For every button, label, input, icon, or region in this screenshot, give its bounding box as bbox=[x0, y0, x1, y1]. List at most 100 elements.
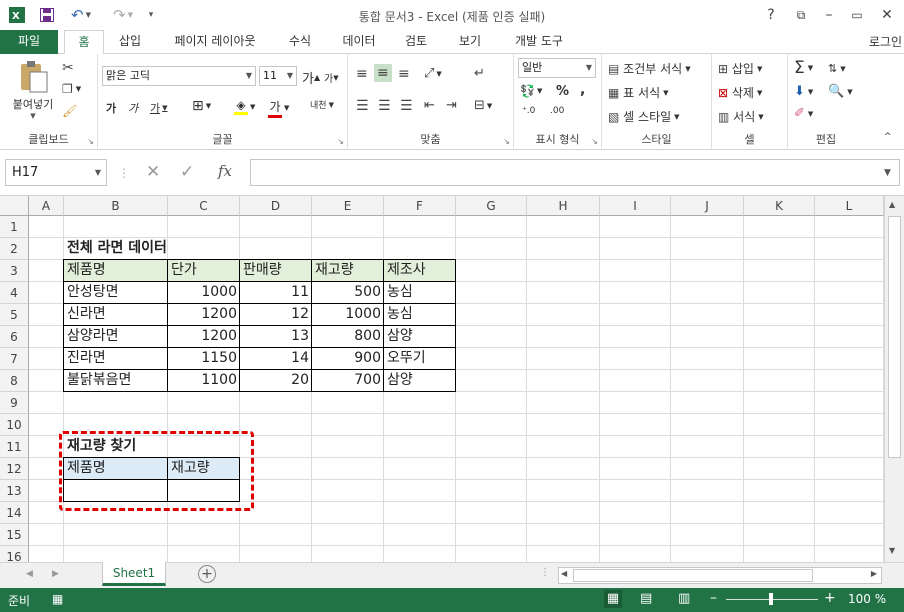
zoom-out-icon[interactable]: – bbox=[710, 590, 717, 606]
vertical-scrollbar[interactable]: ▲ ▼ bbox=[884, 196, 904, 562]
collapse-ribbon-icon[interactable]: ^ bbox=[884, 132, 892, 142]
align-middle-icon[interactable]: ≡ bbox=[374, 64, 392, 82]
row-header[interactable]: 1 bbox=[0, 216, 29, 238]
help-icon[interactable]: ? bbox=[762, 6, 780, 24]
find-select-icon[interactable]: 🔍 ▼ bbox=[828, 84, 853, 99]
wrap-text-icon[interactable]: ↵ bbox=[474, 66, 485, 81]
zoom-slider-thumb[interactable] bbox=[769, 593, 773, 605]
column-header[interactable]: K bbox=[744, 196, 815, 216]
column-header[interactable]: J bbox=[671, 196, 744, 216]
font-name-select[interactable]: 맑은 고딕 ▼ bbox=[102, 66, 256, 86]
format-cells-button[interactable]: ▥ 서식 ▼ bbox=[718, 108, 764, 125]
confirm-entry-icon[interactable]: ✓ bbox=[180, 162, 194, 182]
font-size-select[interactable]: 11 ▼ bbox=[259, 66, 297, 86]
delete-cells-button[interactable]: ⊠ 삭제 ▼ bbox=[718, 84, 762, 101]
column-header[interactable]: D bbox=[240, 196, 312, 216]
currency-icon[interactable]: 💱 ▼ bbox=[520, 84, 542, 98]
formula-input[interactable] bbox=[250, 159, 900, 186]
conditional-format-button[interactable]: ▤ 조건부 서식 ▼ bbox=[608, 60, 691, 77]
row-header[interactable]: 3 bbox=[0, 260, 29, 282]
increase-decimal-icon[interactable]: ⁺.0 bbox=[522, 106, 535, 116]
zoom-in-icon[interactable]: + bbox=[824, 590, 836, 606]
sign-in-link[interactable]: 로그인 bbox=[869, 33, 902, 50]
page-layout-view-icon[interactable]: ▤ bbox=[640, 591, 652, 606]
ribbon-display-icon[interactable]: ⧉ bbox=[792, 6, 810, 24]
normal-view-icon[interactable]: ▦ bbox=[604, 590, 622, 608]
tab-formulas[interactable]: 수식 bbox=[278, 30, 322, 54]
font-launcher-icon[interactable]: ↘ bbox=[337, 137, 344, 146]
scroll-left-icon[interactable]: ◀ bbox=[561, 569, 567, 578]
page-break-view-icon[interactable]: ▥ bbox=[678, 591, 690, 606]
row-header[interactable]: 4 bbox=[0, 282, 29, 304]
worksheet-grid[interactable]: A B C D E F G H I J K L 1 2 3 4 5 6 7 8 9 10 11 12 13 14 15 16 전체 라면… bbox=[0, 196, 884, 562]
tab-insert[interactable]: 삽입 bbox=[108, 30, 152, 54]
tab-page-layout[interactable]: 페이지 레이아웃 bbox=[160, 30, 270, 54]
scroll-right-icon[interactable]: ▶ bbox=[871, 569, 877, 578]
decrease-decimal-icon[interactable]: .00 bbox=[550, 106, 564, 116]
column-header[interactable]: C bbox=[168, 196, 240, 216]
tab-split-handle[interactable]: ⋮ bbox=[540, 567, 550, 578]
maximize-icon[interactable]: ▭ bbox=[848, 6, 866, 24]
column-header[interactable]: L bbox=[815, 196, 884, 216]
clipboard-launcher-icon[interactable]: ↘ bbox=[87, 137, 94, 146]
vertical-scroll-thumb[interactable] bbox=[888, 216, 901, 458]
prev-sheet-icon[interactable]: ◀ bbox=[26, 569, 33, 579]
row-header[interactable]: 15 bbox=[0, 524, 29, 546]
formula-bar-more-icon[interactable]: ⋮ bbox=[118, 166, 130, 180]
format-table-button[interactable]: ▦ 표 서식 ▼ bbox=[608, 84, 669, 101]
phonetic-button[interactable]: 내천 ▼ bbox=[310, 98, 334, 112]
column-header[interactable]: B bbox=[64, 196, 168, 216]
font-color-button[interactable]: 가 ▼ bbox=[268, 98, 289, 118]
sort-filter-icon[interactable]: ⇅ ▼ bbox=[828, 62, 846, 75]
name-box[interactable]: H17 ▼ bbox=[5, 159, 107, 186]
row-header[interactable]: 6 bbox=[0, 326, 29, 348]
fill-color-icon[interactable]: ◈ ▼ bbox=[234, 98, 255, 115]
expand-formula-bar-icon[interactable]: ▼ bbox=[884, 168, 891, 178]
decrease-indent-icon[interactable]: ⇤ bbox=[424, 98, 435, 113]
column-header[interactable]: H bbox=[527, 196, 600, 216]
number-format-select[interactable]: 일반 ▼ bbox=[518, 58, 596, 78]
cut-icon[interactable]: ✂ bbox=[62, 60, 74, 76]
tab-file[interactable]: 파일 bbox=[0, 30, 58, 54]
orientation-icon[interactable]: ⤢ ▼ bbox=[424, 66, 442, 81]
minimize-icon[interactable]: – bbox=[820, 6, 838, 24]
grow-font-button[interactable]: 가 ▲ bbox=[302, 68, 320, 87]
autosum-icon[interactable]: Σ ▼ bbox=[794, 58, 813, 78]
row-header[interactable]: 10 bbox=[0, 414, 29, 436]
zoom-level[interactable]: 100 % bbox=[848, 592, 886, 606]
italic-button[interactable]: 가 bbox=[128, 100, 138, 116]
align-top-icon[interactable]: ≡ bbox=[356, 66, 368, 82]
tab-data[interactable]: 데이터 bbox=[332, 30, 386, 54]
row-header[interactable]: 14 bbox=[0, 502, 29, 524]
column-header[interactable]: G bbox=[456, 196, 527, 216]
underline-button[interactable]: 가 ▼ bbox=[150, 100, 168, 116]
row-header[interactable]: 7 bbox=[0, 348, 29, 370]
align-left-icon[interactable]: ☰ bbox=[356, 98, 369, 114]
macro-record-icon[interactable]: ▦ bbox=[52, 592, 63, 606]
row-header[interactable]: 12 bbox=[0, 458, 29, 480]
horizontal-scrollbar[interactable]: ◀ ▶ bbox=[558, 567, 882, 584]
tab-view[interactable]: 보기 bbox=[448, 30, 492, 54]
column-header[interactable]: F bbox=[384, 196, 456, 216]
format-painter-icon[interactable]: 🖌 bbox=[62, 104, 77, 118]
increase-indent-icon[interactable]: ⇥ bbox=[446, 98, 457, 113]
percent-button[interactable]: % bbox=[556, 84, 569, 99]
horizontal-scroll-thumb[interactable] bbox=[573, 569, 813, 582]
number-launcher-icon[interactable]: ↘ bbox=[591, 137, 598, 146]
clear-icon[interactable]: ✐ ▼ bbox=[794, 106, 813, 121]
copy-icon[interactable]: ❐ ▼ bbox=[62, 82, 81, 96]
column-header[interactable]: I bbox=[600, 196, 671, 216]
comma-button[interactable]: , bbox=[580, 82, 585, 98]
tab-developer[interactable]: 개발 도구 bbox=[502, 30, 576, 54]
row-header[interactable]: 8 bbox=[0, 370, 29, 392]
paste-button[interactable]: 붙여넣기 ▼ bbox=[10, 60, 56, 120]
row-header[interactable]: 5 bbox=[0, 304, 29, 326]
row-header[interactable]: 2 bbox=[0, 238, 29, 260]
cell-styles-button[interactable]: ▧ 셀 스타일 ▼ bbox=[608, 108, 680, 125]
shrink-font-button[interactable]: 가 ▼ bbox=[324, 70, 339, 86]
row-header[interactable]: 9 bbox=[0, 392, 29, 414]
insert-function-button[interactable]: fx bbox=[218, 162, 232, 180]
bold-button[interactable]: 가 bbox=[106, 100, 116, 116]
cancel-entry-icon[interactable]: ✕ bbox=[146, 162, 160, 182]
column-header[interactable]: E bbox=[312, 196, 384, 216]
